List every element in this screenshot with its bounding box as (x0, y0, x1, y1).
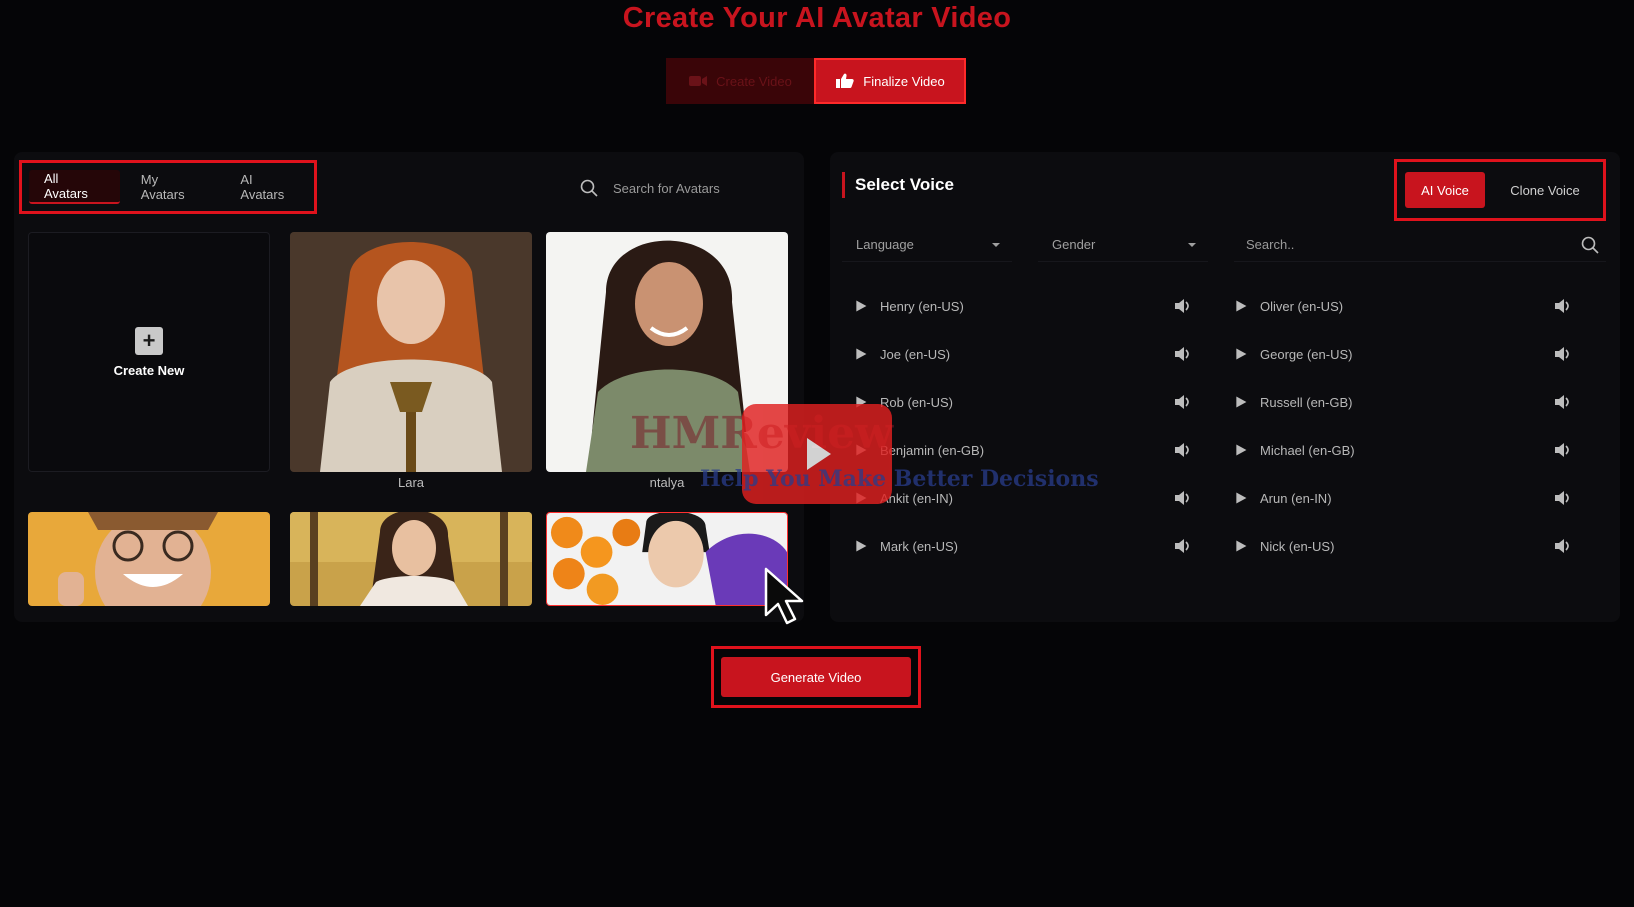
ai-voice-button[interactable]: AI Voice (1405, 172, 1485, 208)
voice-type-toggle: AI Voice Clone Voice (1394, 159, 1606, 221)
step-finalize-video[interactable]: Finalize Video (814, 58, 966, 104)
app-screen: Create Your AI Avatar Video Create Video… (0, 0, 1634, 907)
speaker-icon[interactable] (1174, 395, 1192, 409)
create-new-label: Create New (113, 362, 185, 378)
search-icon (580, 179, 598, 197)
tab-ai-avatars[interactable]: AI Avatars (225, 170, 314, 204)
voice-row[interactable]: Benjamin (en-GB) (852, 436, 1192, 464)
voice-row[interactable]: Russell (en-GB) (1232, 388, 1572, 416)
avatar-photo (547, 513, 787, 605)
voice-name: Benjamin (en-GB) (880, 442, 985, 458)
speaker-icon[interactable] (1174, 539, 1192, 553)
generate-video-button[interactable]: Generate Video (721, 657, 911, 697)
plus-icon: + (135, 326, 163, 355)
speaker-icon[interactable] (1174, 491, 1192, 505)
speaker-icon[interactable] (1554, 539, 1572, 553)
voice-row[interactable]: Henry (en-US) (852, 292, 1192, 320)
speaker-icon[interactable] (1174, 347, 1192, 361)
watermark-tagline: Help You Make Better Decisions (700, 466, 1099, 492)
voice-name: Henry (en-US) (880, 298, 964, 314)
avatar-search (579, 172, 789, 204)
voice-panel-title: Select Voice (842, 172, 954, 198)
voice-row[interactable]: George (en-US) (1232, 340, 1572, 368)
step-create-video-label: Create Video (716, 73, 792, 89)
voice-row[interactable]: Joe (en-US) (852, 340, 1192, 368)
speaker-icon[interactable] (1554, 395, 1572, 409)
step-create-video[interactable]: Create Video (666, 58, 814, 104)
voice-search-input[interactable] (1246, 237, 1546, 252)
voice-row[interactable]: Rob (en-US) (852, 388, 1192, 416)
language-select-label: Language (856, 237, 914, 252)
voice-name: Mark (en-US) (880, 538, 959, 554)
speaker-icon[interactable] (1554, 443, 1572, 457)
caret-down-icon (1188, 242, 1196, 247)
voice-name: Oliver (en-US) (1260, 298, 1344, 314)
avatar-card-lara[interactable] (290, 232, 532, 472)
play-icon[interactable] (1232, 441, 1250, 459)
play-icon[interactable] (1232, 297, 1250, 315)
avatar-name-lara: Lara (397, 475, 425, 490)
avatar-tab-group: All Avatars My Avatars AI Avatars (19, 160, 317, 214)
avatar-search-input[interactable] (613, 180, 783, 196)
voice-row[interactable]: Arun (en-IN) (1232, 484, 1572, 512)
avatar-card-woman-park[interactable] (290, 512, 532, 606)
avatar-photo (28, 512, 270, 606)
avatar-card-woman-hat[interactable] (28, 512, 270, 606)
voice-search (1234, 228, 1606, 262)
play-icon[interactable] (1232, 489, 1250, 507)
tab-my-avatars[interactable]: My Avatars (126, 170, 220, 204)
play-icon[interactable] (852, 537, 870, 555)
voice-row[interactable]: Mark (en-US) (852, 532, 1192, 560)
speaker-icon[interactable] (1554, 491, 1572, 505)
speaker-icon[interactable] (1174, 299, 1192, 313)
step-finalize-video-label: Finalize Video (863, 73, 945, 89)
speaker-icon[interactable] (1554, 299, 1572, 313)
thumbs-up-icon (836, 73, 854, 88)
generate-video-highlight: Generate Video (711, 646, 921, 708)
voice-row[interactable]: Oliver (en-US) (1232, 292, 1572, 320)
gender-select-label: Gender (1052, 237, 1096, 252)
page-title: Create Your AI Avatar Video (622, 2, 1012, 34)
tab-all-avatars[interactable]: All Avatars (29, 170, 120, 204)
caret-down-icon (992, 242, 1000, 247)
mouse-cursor-icon (764, 567, 804, 625)
voice-name: Michael (en-GB) (1260, 442, 1355, 458)
voice-panel: Select Voice AI Voice Clone Voice Langua… (830, 152, 1620, 622)
video-camera-icon (689, 76, 708, 86)
play-icon[interactable] (1232, 345, 1250, 363)
avatar-photo (290, 232, 532, 472)
avatar-photo (290, 512, 532, 606)
voice-row[interactable]: Nick (en-US) (1232, 532, 1572, 560)
speaker-icon[interactable] (1174, 443, 1192, 457)
avatar-card-man-oranges[interactable] (546, 512, 788, 606)
voice-name: George (en-US) (1260, 346, 1353, 362)
voice-name: Rob (en-US) (880, 394, 953, 410)
play-icon[interactable] (1232, 537, 1250, 555)
search-icon[interactable] (1580, 235, 1600, 255)
step-tabs: Create Video Finalize Video (666, 58, 966, 104)
voice-name: Joe (en-US) (880, 346, 951, 362)
language-select[interactable]: Language (842, 228, 1012, 262)
voice-row[interactable]: Michael (en-GB) (1232, 436, 1572, 464)
voice-name: Ankit (en-IN) (880, 490, 953, 506)
avatar-panel: All Avatars My Avatars AI Avatars + Crea… (14, 152, 804, 622)
play-icon[interactable] (852, 297, 870, 315)
play-icon[interactable] (852, 345, 870, 363)
voice-name: Arun (en-IN) (1260, 490, 1332, 506)
speaker-icon[interactable] (1554, 347, 1572, 361)
voice-name: Nick (en-US) (1260, 538, 1335, 554)
play-icon[interactable] (1232, 393, 1250, 411)
voice-name: Russell (en-GB) (1260, 394, 1353, 410)
create-new-avatar-card[interactable]: + Create New (28, 232, 270, 472)
gender-select[interactable]: Gender (1038, 228, 1208, 262)
clone-voice-button[interactable]: Clone Voice (1495, 172, 1595, 208)
